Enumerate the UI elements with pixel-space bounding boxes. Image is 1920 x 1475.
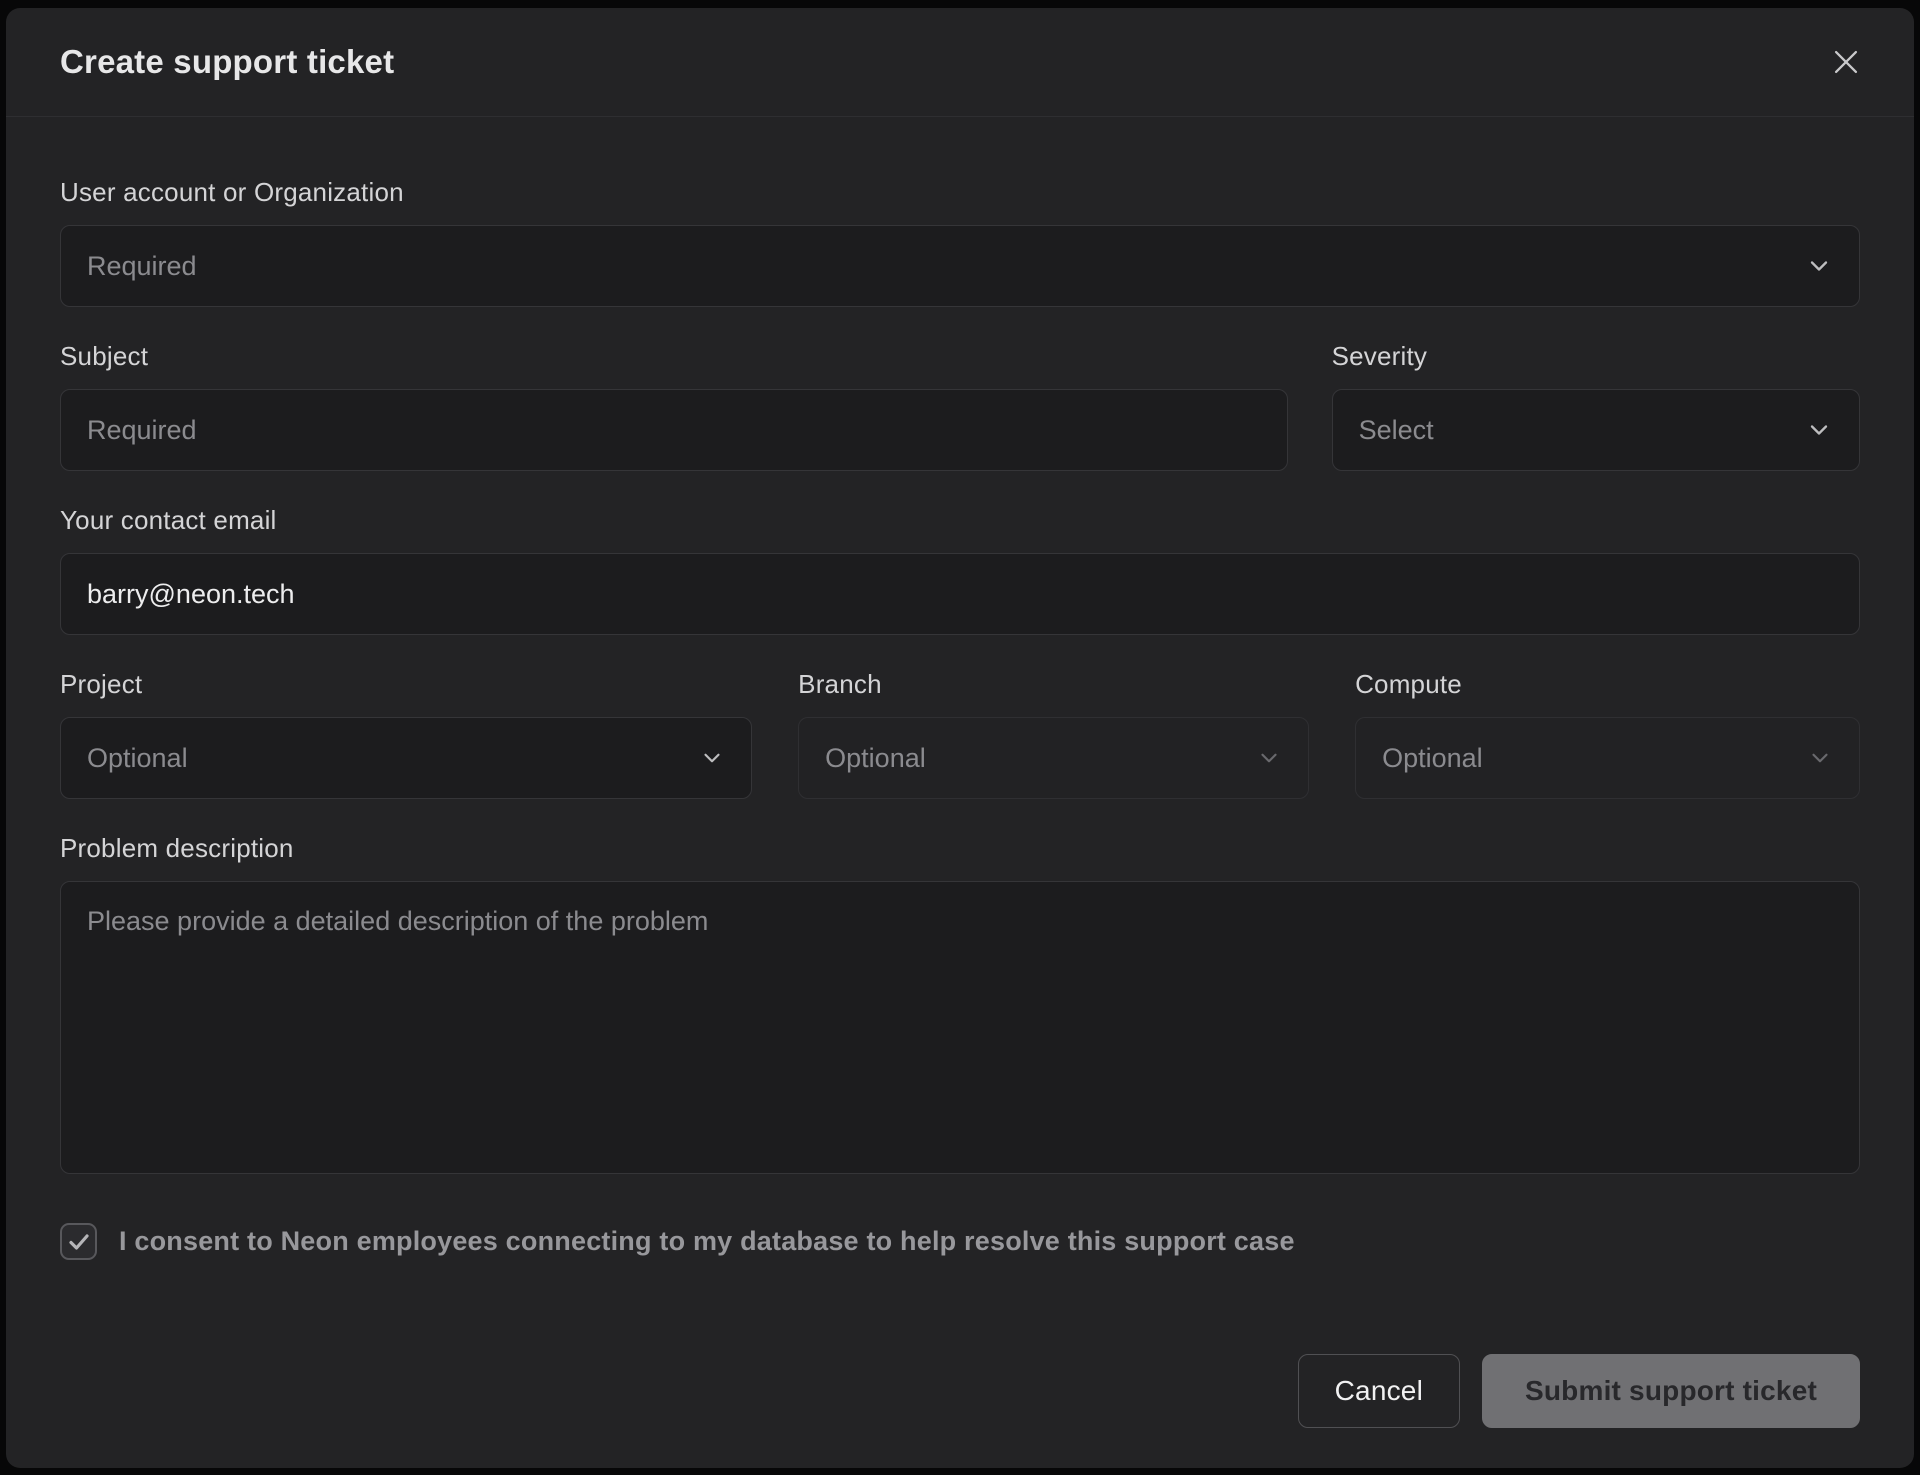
chevron-down-icon [1805, 416, 1833, 444]
account-label: User account or Organization [60, 177, 1860, 208]
project-select[interactable]: Optional [60, 717, 752, 799]
consent-row: I consent to Neon employees connecting t… [60, 1223, 1860, 1260]
email-label: Your contact email [60, 505, 1860, 536]
close-icon [1829, 45, 1863, 79]
consent-label: I consent to Neon employees connecting t… [119, 1226, 1295, 1257]
compute-select-placeholder: Optional [1382, 743, 1483, 774]
branch-select[interactable]: Optional [798, 717, 1309, 799]
close-button[interactable] [1822, 38, 1870, 86]
dialog-title: Create support ticket [60, 43, 394, 81]
subject-field-group: Subject [60, 341, 1288, 471]
severity-field-group: Severity Select [1332, 341, 1860, 471]
subject-label: Subject [60, 341, 1288, 372]
subject-severity-row: Subject Severity Select [60, 341, 1860, 471]
compute-field-group: Compute Optional [1355, 669, 1860, 799]
compute-label: Compute [1355, 669, 1860, 700]
chevron-down-icon [1807, 745, 1833, 771]
severity-select[interactable]: Select [1332, 389, 1860, 471]
dialog-header: Create support ticket [6, 8, 1914, 117]
branch-select-placeholder: Optional [825, 743, 926, 774]
severity-label: Severity [1332, 341, 1860, 372]
submit-support-ticket-button[interactable]: Submit support ticket [1482, 1354, 1860, 1428]
project-select-placeholder: Optional [87, 743, 188, 774]
branch-label: Branch [798, 669, 1309, 700]
project-branch-compute-row: Project Optional Branch Optional [60, 669, 1860, 799]
email-field-group: Your contact email [60, 505, 1860, 635]
compute-select[interactable]: Optional [1355, 717, 1860, 799]
chevron-down-icon [1256, 745, 1282, 771]
create-support-ticket-dialog: Create support ticket User account or Or… [6, 8, 1914, 1468]
description-textarea[interactable] [60, 881, 1860, 1174]
severity-select-placeholder: Select [1359, 415, 1434, 446]
project-field-group: Project Optional [60, 669, 752, 799]
email-input[interactable] [60, 553, 1860, 635]
cancel-button[interactable]: Cancel [1298, 1354, 1460, 1428]
project-label: Project [60, 669, 752, 700]
consent-checkbox[interactable] [60, 1223, 97, 1260]
chevron-down-icon [699, 745, 725, 771]
dialog-footer: Cancel Submit support ticket [6, 1314, 1914, 1468]
account-field-group: User account or Organization Required [60, 177, 1860, 307]
account-select[interactable]: Required [60, 225, 1860, 307]
chevron-down-icon [1805, 252, 1833, 280]
account-select-placeholder: Required [87, 251, 197, 282]
subject-input[interactable] [60, 389, 1288, 471]
dialog-body: User account or Organization Required Su… [6, 117, 1914, 1314]
description-field-group: Problem description [60, 833, 1860, 1179]
branch-field-group: Branch Optional [798, 669, 1309, 799]
checkmark-icon [67, 1230, 91, 1254]
description-label: Problem description [60, 833, 1860, 864]
